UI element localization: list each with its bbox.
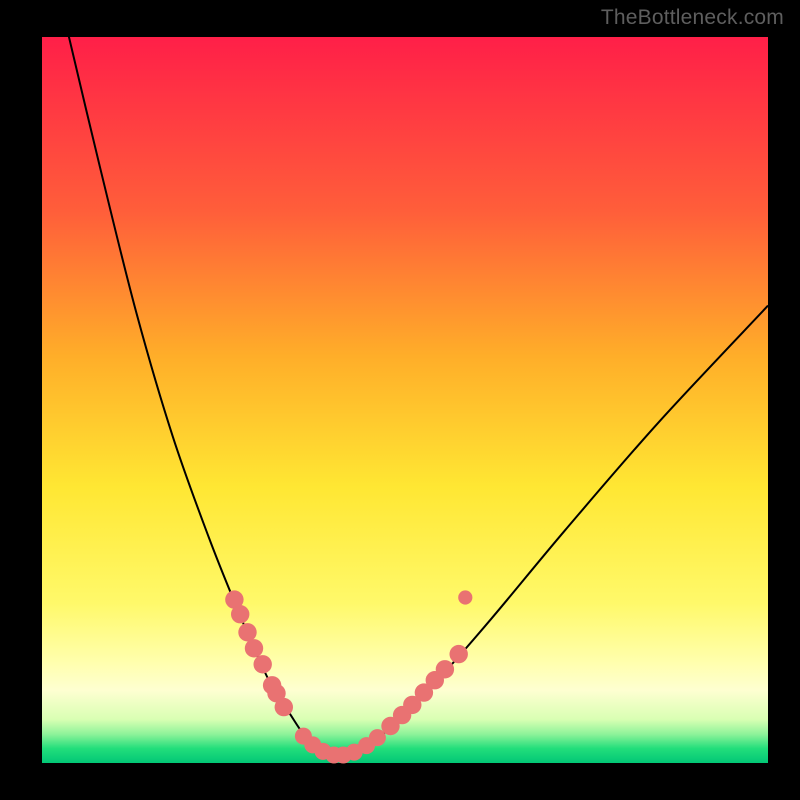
- bottleneck-curve: [64, 15, 768, 756]
- marker-right-cluster: [436, 660, 454, 678]
- marker-right-cluster: [450, 645, 468, 663]
- plot-area: [42, 37, 768, 763]
- data-markers: [225, 590, 472, 763]
- chart-frame: TheBottleneck.com: [0, 0, 800, 800]
- marker-left-cluster: [238, 623, 256, 641]
- marker-left-cluster: [254, 655, 272, 673]
- chart-svg: [42, 37, 768, 763]
- marker-left-cluster: [231, 605, 249, 623]
- marker-left-cluster: [245, 639, 263, 657]
- marker-left-cluster: [275, 698, 293, 716]
- watermark: TheBottleneck.com: [601, 6, 784, 30]
- marker-right-outlier: [458, 590, 472, 604]
